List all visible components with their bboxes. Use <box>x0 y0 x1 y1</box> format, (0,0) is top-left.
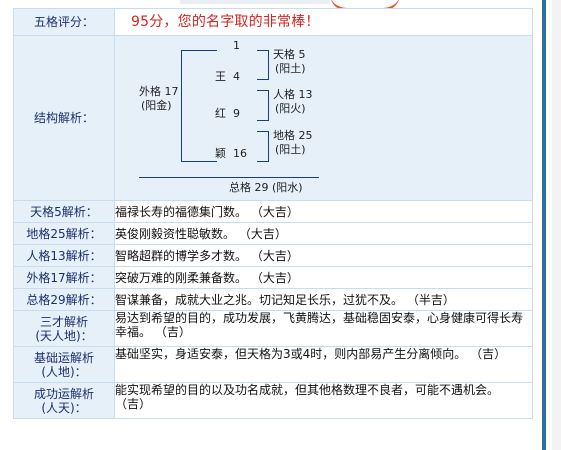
analysis-label: 三才解析 (天人地)： <box>13 310 115 347</box>
char-2-number: 4 <box>233 70 240 83</box>
total-line <box>139 177 319 178</box>
score-value: 95分，您的名字取的非常棒！ <box>131 14 320 30</box>
analysis-text: 福禄长寿的福德集门数。 （大吉） <box>114 200 533 223</box>
char-3: 红 <box>215 107 226 120</box>
person-grid-name: 人格 13 <box>273 88 313 101</box>
analysis-text: 智谋兼备，成就大业之兆。切记知足长乐，过犹不及。 （半吉） <box>114 288 533 311</box>
structure-diagram: 1 王 4 红 9 颖 16 外格 17 (阳金) 天格 5 (阳土) 人格 1… <box>115 36 535 200</box>
analysis-label-line1: 成功运解析 <box>33 386 94 401</box>
analysis-label: 成功运解析 (人天)： <box>13 382 115 419</box>
analysis-text: 易达到希望的目的，成功发展，飞黄腾达，基础稳固安泰，心身健康可得长寿幸福。 （吉… <box>114 310 533 347</box>
outer-bracket-bottom <box>181 161 217 162</box>
heaven-grid-name: 天格 5 <box>273 48 306 61</box>
analysis-row: 成功运解析 (人天)： 能实现希望的目的以及功名成就，但其他格数理不良者，可能不… <box>13 382 533 419</box>
analysis-label: 人格13解析： <box>13 244 115 267</box>
analysis-label: 外格17解析： <box>13 266 115 289</box>
score-row: 五格评分： 95分，您的名字取的非常棒！ <box>13 8 533 36</box>
right-border-rule <box>542 0 546 450</box>
score-value-cell: 95分，您的名字取的非常棒！ <box>114 8 533 36</box>
structure-label: 结构解析： <box>13 35 115 201</box>
structure-row: 结构解析： 1 王 4 红 9 颖 16 外格 17 (阳金) 天格 5 (阳土… <box>13 35 535 201</box>
char-2: 王 <box>215 70 226 83</box>
analysis-row: 三才解析 (天人地)： 易达到希望的目的，成功发展，飞黄腾达，基础稳固安泰，心身… <box>13 310 533 347</box>
person-bracket-bottom <box>257 120 269 121</box>
outer-bracket-line <box>181 50 182 162</box>
analysis-label: 地格25解析： <box>13 222 115 245</box>
structure-diagram-cell: 1 王 4 红 9 颖 16 外格 17 (阳金) 天格 5 (阳土) 人格 1… <box>114 35 535 201</box>
analysis-label-line2: (人天)： <box>41 400 87 415</box>
total-grid: 总格 29 (阳水) <box>229 181 303 194</box>
earth-grid-element: (阳土) <box>275 143 306 156</box>
outer-bracket-top <box>181 50 217 51</box>
analysis-label-line1: 三才解析 <box>39 314 88 329</box>
heaven-bracket-line <box>268 50 269 80</box>
analysis-text: 能实现希望的目的以及功名成就，但其他格数理不良者，可能不遇机会。 （吉） <box>114 382 533 419</box>
analysis-label-line1: 基础运解析 <box>33 350 94 365</box>
person-bracket-line <box>268 90 269 121</box>
right-margin <box>552 0 561 450</box>
analysis-text: 英俊刚毅资性聪敏数。 （大吉） <box>114 222 533 245</box>
analysis-row: 天格5解析： 福禄长寿的福德集门数。 （大吉） <box>13 200 533 223</box>
heaven-bracket-bottom <box>257 79 269 80</box>
analysis-row: 人格13解析： 智略超群的博学多才数。 （大吉） <box>13 244 533 267</box>
char-4: 颖 <box>215 147 226 160</box>
faded-header-text <box>180 0 330 4</box>
score-label: 五格评分： <box>13 8 115 36</box>
analysis-row: 总格29解析： 智谋兼备，成就大业之兆。切记知足长乐，过犹不及。 （半吉） <box>13 288 533 311</box>
analysis-label: 天格5解析： <box>13 200 115 223</box>
name-score-table: 五格评分： 95分，您的名字取的非常棒！ 结构解析： 1 王 4 红 9 颖 1… <box>13 8 533 419</box>
heaven-grid-element: (阳土) <box>275 62 306 75</box>
analysis-text: 智略超群的博学多才数。 （大吉） <box>114 244 533 267</box>
person-grid-element: (阳火) <box>275 102 306 115</box>
earth-grid-name: 地格 25 <box>273 129 313 142</box>
analysis-label-line2: (天人地)： <box>35 328 93 343</box>
char-4-number: 16 <box>233 147 247 160</box>
analysis-text: 突破万难的刚柔兼备数。 （大吉） <box>114 266 533 289</box>
analysis-label-line2: (人地)： <box>41 364 87 379</box>
earth-bracket-line <box>268 131 269 162</box>
analysis-label: 基础运解析 (人地)： <box>13 346 115 383</box>
analysis-row: 地格25解析： 英俊刚毅资性聪敏数。 （大吉） <box>13 222 533 245</box>
outer-grid-element: (阳金) <box>141 99 172 112</box>
analysis-row: 基础运解析 (人地)： 基础坚实，身适安泰，但天格为3或4时，则内部易产生分离倾… <box>13 346 533 383</box>
char-3-number: 9 <box>233 107 240 120</box>
char-1-number: 1 <box>233 39 240 52</box>
earth-bracket-bottom <box>257 161 269 162</box>
analysis-label: 总格29解析： <box>13 288 115 311</box>
analysis-row: 外格17解析： 突破万难的刚柔兼备数。 （大吉） <box>13 266 533 289</box>
analysis-text: 基础坚实，身适安泰，但天格为3或4时，则内部易产生分离倾向。 （吉） <box>114 346 533 383</box>
outer-grid-name: 外格 17 <box>139 85 179 98</box>
